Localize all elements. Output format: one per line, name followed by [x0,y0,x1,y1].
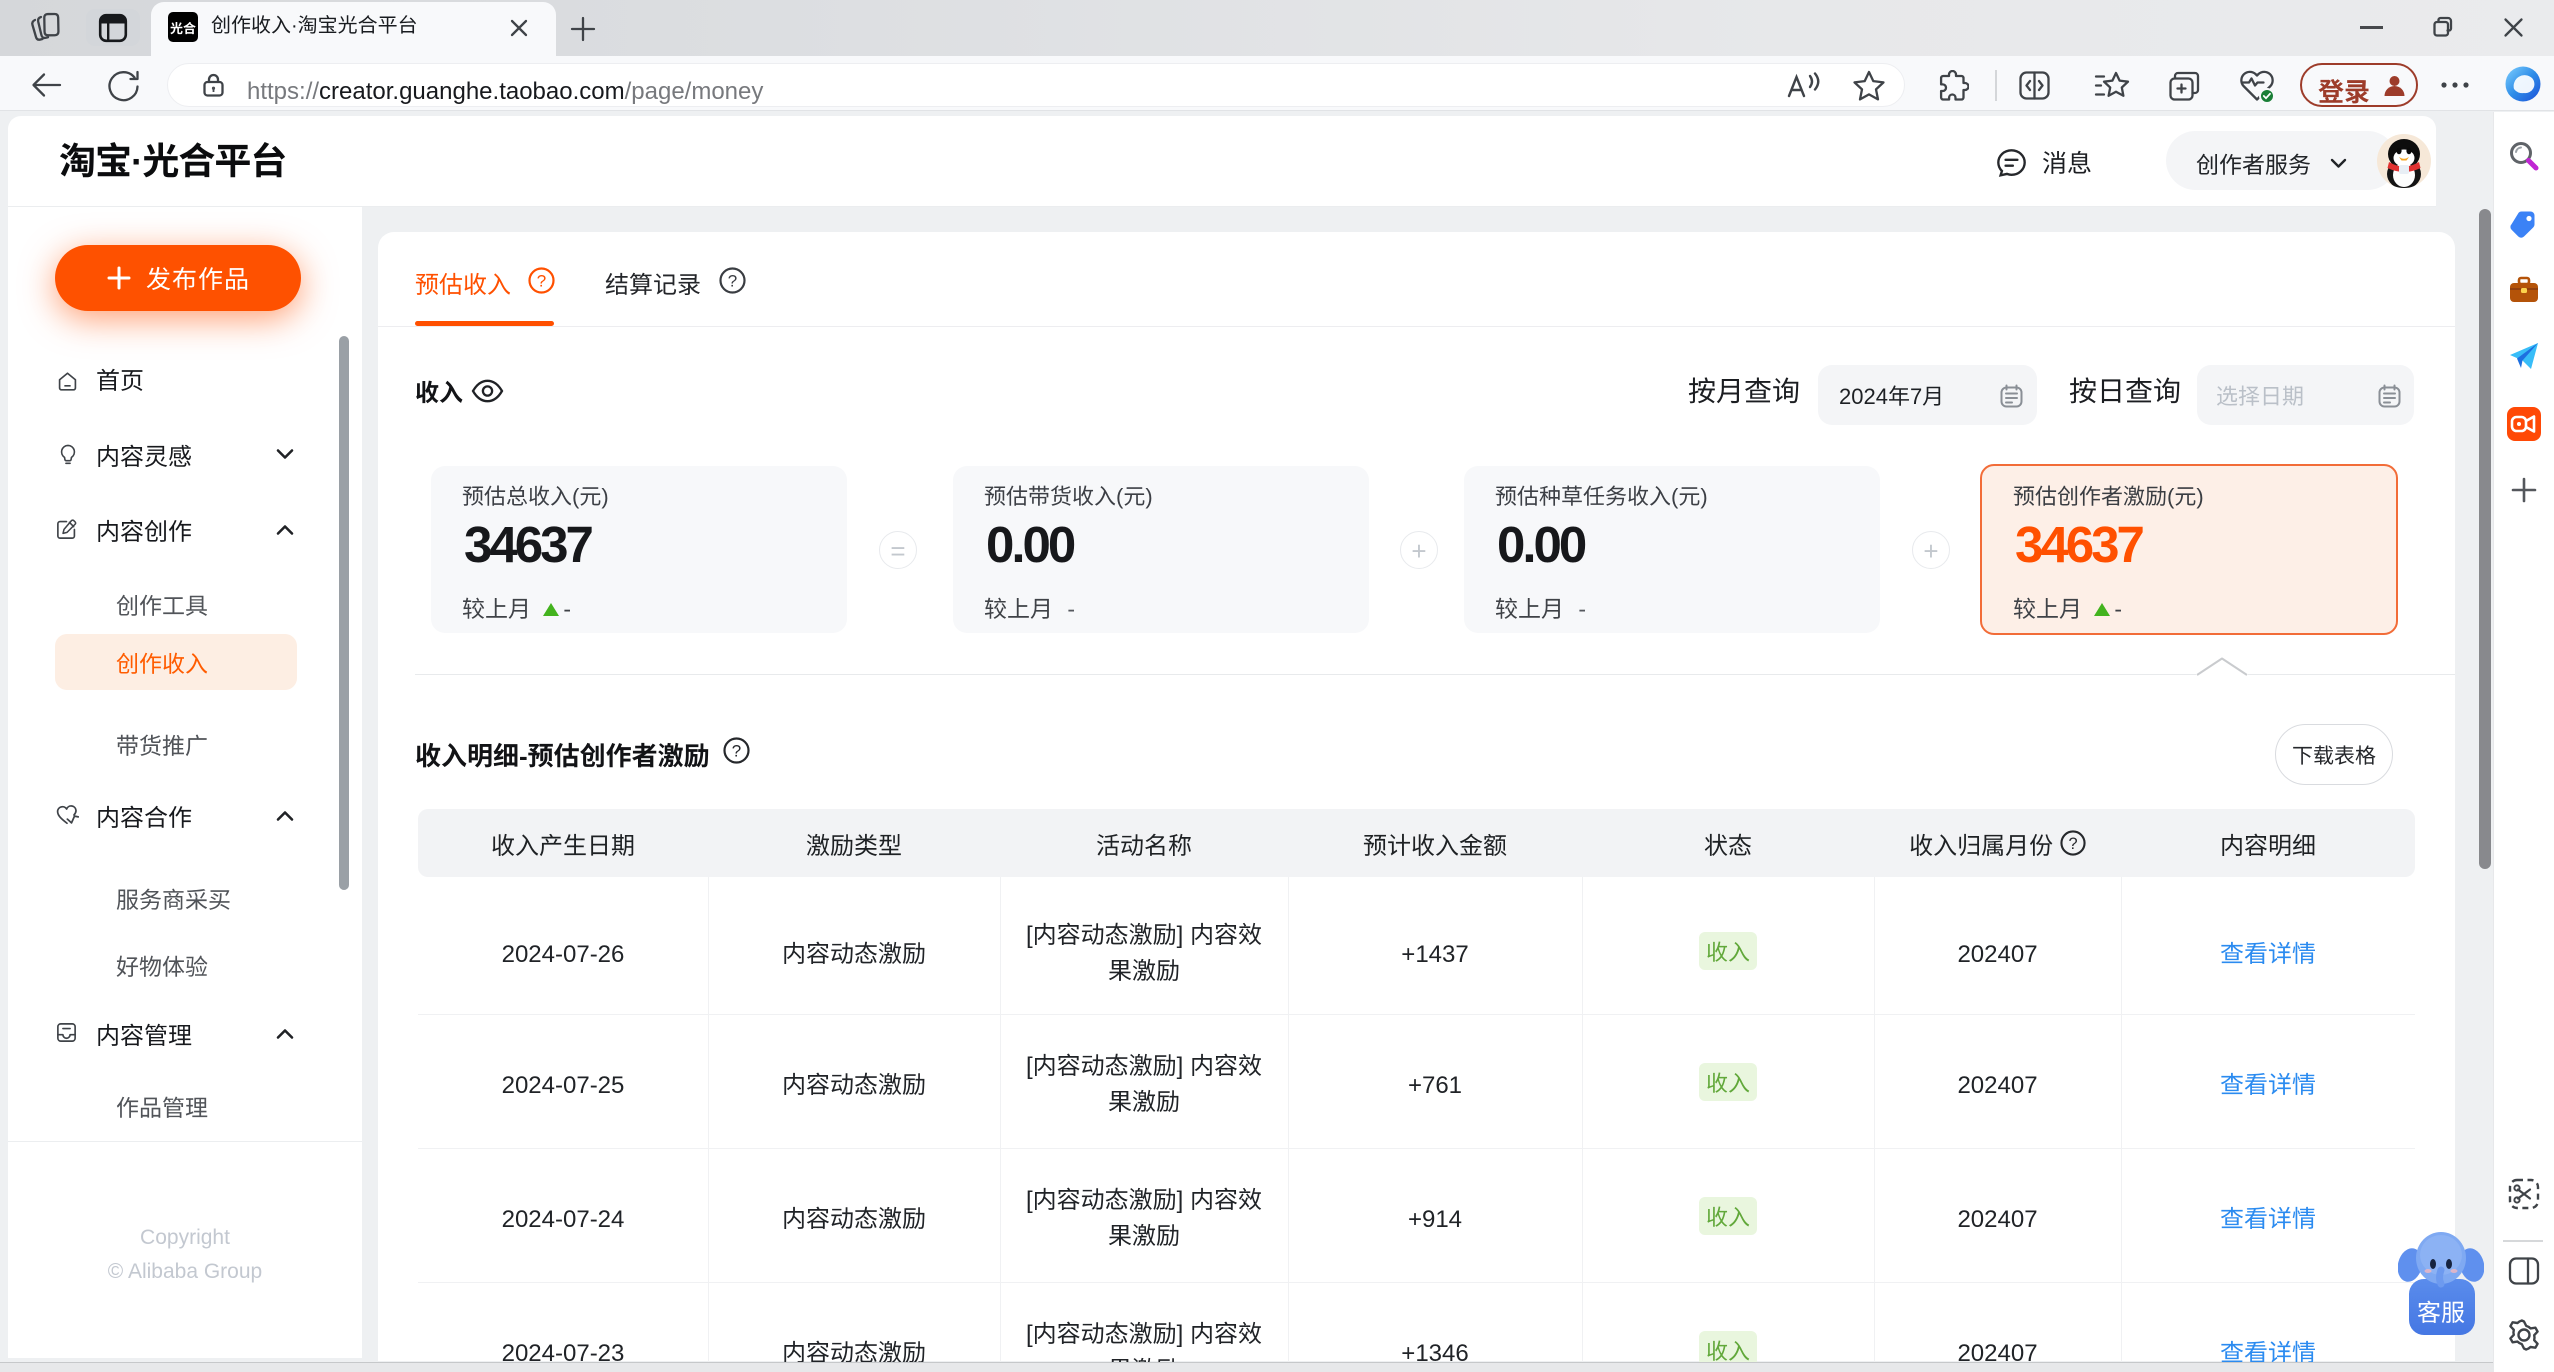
svg-text:?: ? [732,742,741,761]
svg-text:?: ? [728,272,737,291]
svg-text:客服: 客服 [2417,1293,2465,1328]
svg-text:?: ? [2068,835,2077,853]
svg-text:?: ? [537,272,546,291]
